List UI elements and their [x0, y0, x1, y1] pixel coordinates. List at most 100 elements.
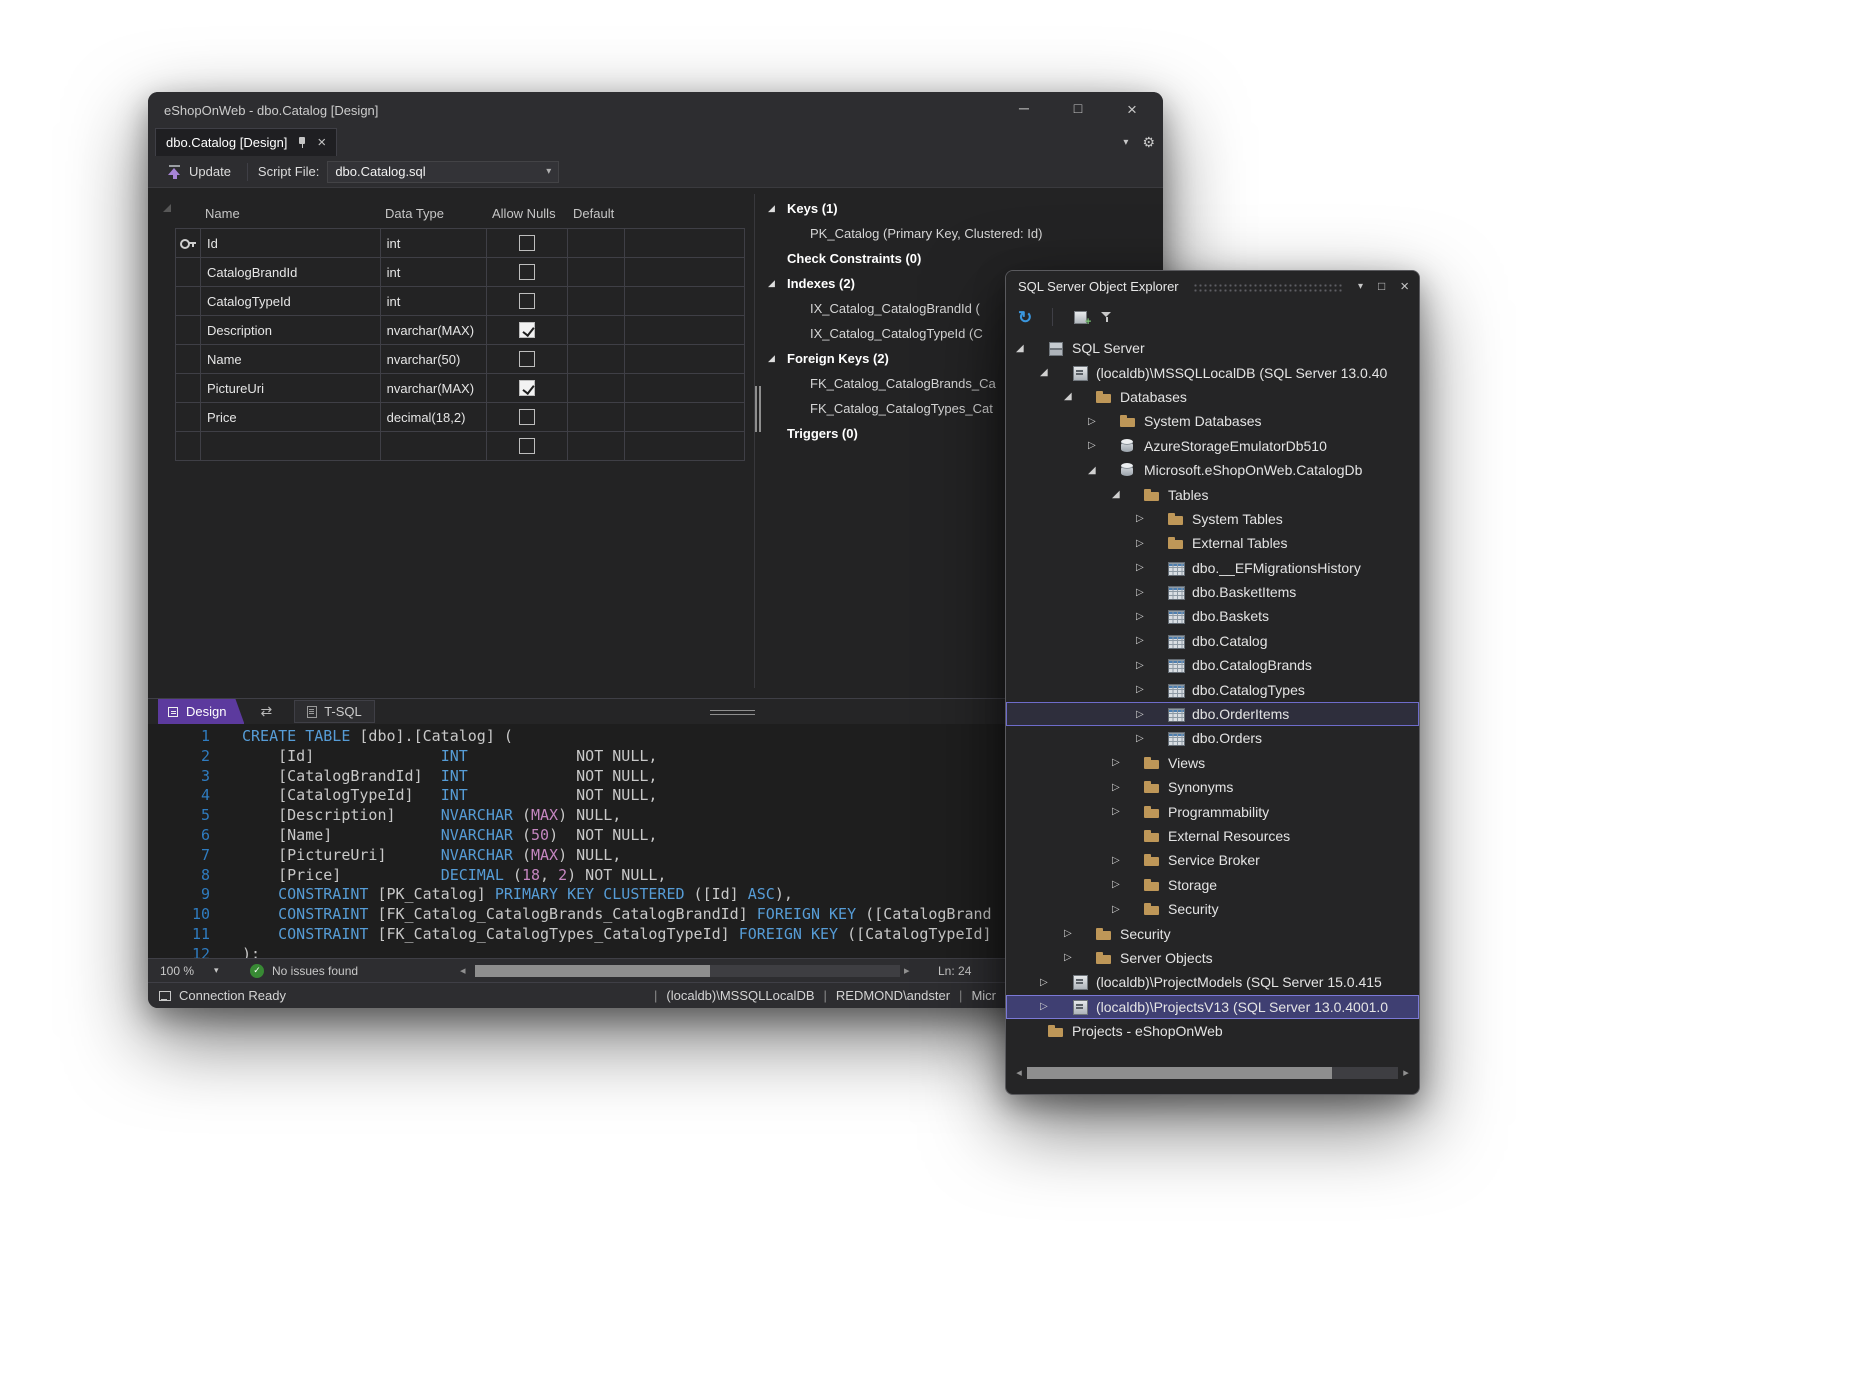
designer-row[interactable]: Descriptionnvarchar(MAX) [176, 316, 745, 345]
zoom-chevron-icon[interactable]: ▾ [214, 959, 219, 982]
tree-item[interactable]: ▷Views [1006, 751, 1419, 775]
property-item[interactable]: IX_Catalog_CatalogTypeId (C [768, 321, 1042, 346]
property-item[interactable]: PK_Catalog (Primary Key, Clustered: Id) [768, 221, 1042, 246]
tree-item[interactable]: ▷dbo.CatalogBrands [1006, 653, 1419, 677]
designer-row[interactable] [176, 432, 745, 461]
line-number[interactable]: 10 [148, 905, 220, 925]
row-header-cell[interactable] [176, 432, 201, 461]
allow-nulls-cell[interactable] [487, 345, 568, 374]
allow-nulls-checkbox[interactable] [519, 409, 535, 425]
designer-row[interactable]: CatalogBrandIdint [176, 258, 745, 287]
tree-item[interactable]: ◢Microsoft.eShopOnWeb.CatalogDb [1006, 458, 1419, 482]
column-header-name[interactable]: Name [200, 206, 380, 221]
collapsed-arrow-icon[interactable]: ▷ [1110, 782, 1144, 793]
allow-nulls-cell[interactable] [487, 432, 568, 461]
allow-nulls-checkbox[interactable] [519, 235, 535, 251]
default-cell[interactable] [568, 432, 625, 461]
zoom-level[interactable]: 100 % [160, 959, 194, 982]
collapsed-arrow-icon[interactable]: ▷ [1110, 855, 1144, 866]
data-type-cell[interactable]: decimal(18,2) [381, 403, 488, 432]
horizontal-splitter-grip[interactable] [710, 710, 755, 715]
collapsed-arrow-icon[interactable]: ▷ [1086, 416, 1120, 427]
default-cell[interactable] [568, 374, 625, 403]
tree-item[interactable]: ▷System Databases [1006, 409, 1419, 433]
vertical-splitter[interactable] [754, 194, 761, 688]
tree-item[interactable]: ▷Server Objects [1006, 946, 1419, 970]
expanded-arrow-icon[interactable]: ◢ [1038, 367, 1072, 378]
collapsed-arrow-icon[interactable]: ▷ [1134, 611, 1168, 622]
expanded-arrow-icon[interactable]: ◢ [1014, 343, 1048, 354]
tree-item[interactable]: ▷dbo.CatalogTypes [1006, 677, 1419, 701]
row-header-cell[interactable] [176, 403, 201, 432]
expanded-arrow-icon[interactable]: ◢ [768, 278, 787, 289]
data-type-cell[interactable]: nvarchar(MAX) [381, 374, 488, 403]
refresh-icon[interactable]: ↻ [1018, 309, 1032, 326]
collapsed-arrow-icon[interactable]: ▷ [1134, 684, 1168, 695]
allow-nulls-cell[interactable] [487, 229, 568, 258]
allow-nulls-cell[interactable] [487, 374, 568, 403]
tree-item[interactable]: ▷Synonyms [1006, 775, 1419, 799]
designer-row[interactable]: Idint [176, 229, 745, 258]
collapsed-arrow-icon[interactable]: ▷ [1134, 660, 1168, 671]
default-cell[interactable] [568, 287, 625, 316]
line-number[interactable]: 3 [148, 767, 220, 787]
column-name-cell[interactable] [201, 432, 381, 461]
data-type-cell[interactable]: int [381, 229, 488, 258]
line-number[interactable]: 9 [148, 885, 220, 905]
scrollbar-thumb[interactable] [475, 965, 710, 977]
row-header-cell[interactable] [176, 374, 201, 403]
designer-row[interactable]: Pricedecimal(18,2) [176, 403, 745, 432]
filter-icon[interactable] [1099, 309, 1115, 325]
default-cell[interactable] [568, 229, 625, 258]
column-name-cell[interactable]: CatalogBrandId [201, 258, 381, 287]
tree-item[interactable]: ▷dbo.Catalog [1006, 629, 1419, 653]
property-group[interactable]: ◢Keys (1) [768, 196, 1042, 221]
tab-tsql[interactable]: T-SQL [294, 700, 375, 723]
collapsed-arrow-icon[interactable]: ▷ [1134, 635, 1168, 646]
allow-nulls-cell[interactable] [487, 258, 568, 287]
property-item[interactable]: FK_Catalog_CatalogTypes_Cat [768, 396, 1042, 421]
data-type-cell[interactable]: int [381, 258, 488, 287]
expanded-arrow-icon[interactable]: ◢ [768, 203, 787, 214]
collapsed-arrow-icon[interactable]: ▷ [1134, 587, 1168, 598]
allow-nulls-checkbox[interactable] [519, 351, 535, 367]
tree-item[interactable]: ▷Security [1006, 921, 1419, 945]
default-cell[interactable] [568, 403, 625, 432]
property-group[interactable]: Check Constraints (0) [768, 246, 1042, 271]
property-item[interactable]: FK_Catalog_CatalogBrands_Ca [768, 371, 1042, 396]
row-header-cell[interactable] [176, 287, 201, 316]
oe-horizontal-scrollbar[interactable]: ◂ ▸ [1011, 1064, 1414, 1082]
property-item[interactable]: IX_Catalog_CatalogBrandId ( [768, 296, 1042, 321]
line-number[interactable]: 11 [148, 925, 220, 945]
add-server-icon[interactable]: + [1073, 309, 1089, 325]
collapsed-arrow-icon[interactable]: ▷ [1134, 513, 1168, 524]
maximize-button[interactable]: □ [1061, 100, 1095, 120]
tree-item[interactable]: ▷System Tables [1006, 507, 1419, 531]
tree-item[interactable]: ▷External Tables [1006, 531, 1419, 555]
minimize-button[interactable]: ─ [1007, 100, 1041, 120]
gear-icon[interactable]: ⚙ [1142, 134, 1155, 151]
horizontal-scrollbar[interactable] [475, 965, 900, 977]
scrollbar-thumb[interactable] [1027, 1067, 1332, 1079]
tab-close-icon[interactable]: × [317, 135, 326, 150]
designer-row[interactable]: PictureUrinvarchar(MAX) [176, 374, 745, 403]
close-button[interactable]: × [1115, 100, 1149, 120]
data-type-cell[interactable] [381, 432, 488, 461]
object-explorer-titlebar[interactable]: SQL Server Object Explorer ▾ □ × [1006, 271, 1419, 301]
default-cell[interactable] [568, 258, 625, 287]
compare-icon[interactable]: ⇄ [260, 703, 272, 720]
row-header-cell[interactable] [176, 316, 201, 345]
row-header-cell[interactable] [176, 229, 201, 258]
allow-nulls-checkbox[interactable] [519, 322, 535, 338]
expanded-arrow-icon[interactable]: ◢ [1086, 465, 1120, 476]
allow-nulls-checkbox[interactable] [519, 438, 535, 454]
default-cell[interactable] [568, 345, 625, 374]
allow-nulls-cell[interactable] [487, 287, 568, 316]
tab-design[interactable]: Design [158, 699, 244, 724]
tree-item[interactable]: ▷dbo.BasketItems [1006, 580, 1419, 604]
row-header-cell[interactable] [176, 258, 201, 287]
tree-item[interactable]: ▷Security [1006, 897, 1419, 921]
tree-item[interactable]: ▷(localdb)\ProjectsV13 (SQL Server 13.0.… [1006, 995, 1419, 1019]
expanded-arrow-icon[interactable]: ◢ [1062, 391, 1096, 402]
scroll-left-icon[interactable]: ◂ [460, 959, 466, 982]
